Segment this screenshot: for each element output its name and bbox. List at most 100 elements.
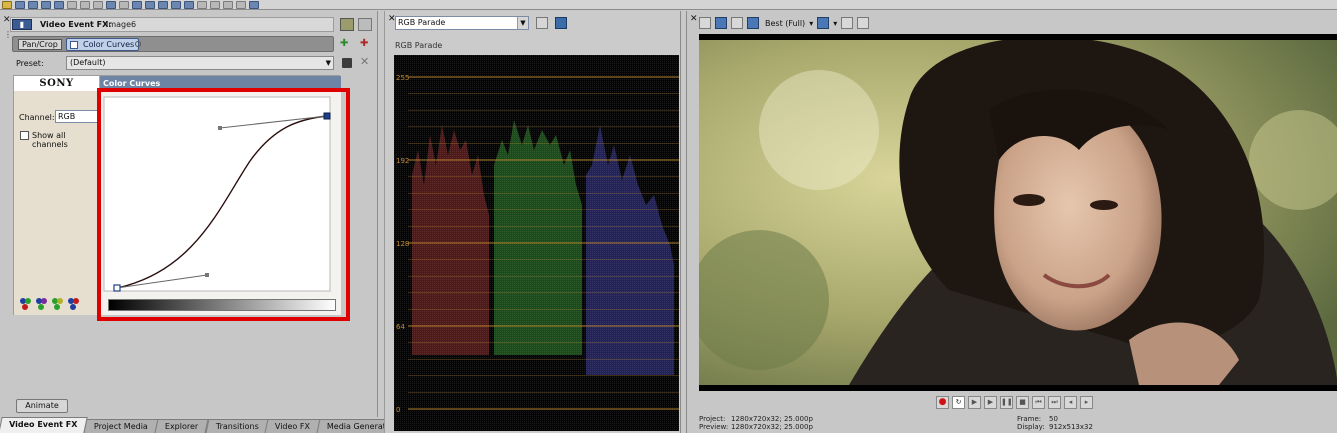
project-value: 1280x720x32; 25.000p (731, 415, 813, 423)
channel-dropdown[interactable]: RGB (55, 110, 99, 123)
save-icon[interactable] (28, 0, 38, 9)
video-scopes-panel: ✕ RGB Parade ▼ RGB Parade 255 192 128 64… (384, 11, 681, 433)
bypass-fx-icon[interactable] (340, 18, 354, 31)
preview-quality-dropdown[interactable]: Best (Full) (765, 19, 805, 28)
display-label: Display: (1017, 423, 1045, 431)
external-monitor-icon[interactable] (715, 17, 727, 29)
tab-video-event-fx[interactable]: Video Event FX (0, 417, 88, 433)
save-preset-icon[interactable] (342, 58, 352, 68)
tab-video-fx[interactable]: Video FX (264, 419, 321, 433)
pause-button[interactable]: ❚❚ (1000, 396, 1013, 409)
scope-gridlines (408, 76, 679, 410)
curve-point-white[interactable] (323, 112, 331, 120)
color-curves-chain-button[interactable]: Color Curves (66, 38, 140, 51)
cut-icon[interactable] (67, 0, 77, 9)
chevron-down-icon[interactable]: ▼ (517, 17, 528, 29)
remove-plugin-icon[interactable]: ✚ (360, 38, 368, 49)
scope-settings-icon[interactable] (555, 17, 567, 29)
copy-snapshot-icon[interactable] (841, 17, 854, 29)
new-project-icon[interactable] (2, 0, 12, 9)
tab-project-media[interactable]: Project Media (83, 419, 159, 433)
paste-icon[interactable] (93, 0, 103, 9)
video-frame-image (699, 40, 1337, 385)
overlays-icon[interactable] (817, 17, 830, 29)
curve-handle-high[interactable] (218, 126, 222, 130)
event-fx-icon: ▮ (12, 19, 32, 30)
curve-graph[interactable] (100, 91, 341, 296)
what-is-this-icon[interactable] (249, 0, 259, 9)
record-button[interactable]: ● (936, 396, 949, 409)
scope-y-label: 255 (396, 74, 409, 82)
rgb-channel-icon[interactable] (20, 298, 32, 312)
copy-icon[interactable] (80, 0, 90, 9)
loop-playback-button[interactable]: ↻ (952, 396, 965, 409)
preset-value: (Default) (70, 58, 106, 67)
next-frame-button[interactable]: ▸ (1080, 396, 1093, 409)
close-icon[interactable]: ✕ (690, 14, 698, 24)
plugin-chain-add-icon[interactable]: ✚ (340, 38, 348, 49)
curve-handle-low[interactable] (205, 273, 209, 277)
go-to-end-button[interactable]: ⏭ (1048, 396, 1061, 409)
preview-frame[interactable] (699, 34, 1337, 391)
channel-swatches (20, 298, 80, 312)
preview-fx-icon[interactable] (731, 17, 743, 29)
open-icon[interactable] (15, 0, 25, 9)
ripple-icon[interactable] (158, 0, 168, 9)
chevron-down-icon[interactable]: ▾ (833, 19, 837, 28)
frame-label: Frame: (1017, 415, 1042, 423)
tab-transitions[interactable]: Transitions (205, 419, 269, 433)
envelope-tool-icon[interactable] (210, 0, 220, 9)
right-eye (1090, 200, 1118, 210)
go-to-start-button[interactable]: ⏮ (1032, 396, 1045, 409)
rgb-parade-graph: 255 192 128 64 0 (394, 55, 679, 431)
bokeh-highlight (759, 70, 879, 190)
normal-edit-tool-icon[interactable] (197, 0, 207, 9)
properties-icon[interactable] (54, 0, 64, 9)
autocrossfade-icon[interactable] (145, 0, 155, 9)
play-button[interactable]: ▶ (984, 396, 997, 409)
scope-y-label: 64 (396, 323, 405, 331)
redo-icon[interactable] (119, 0, 129, 9)
animate-button[interactable]: Animate (16, 399, 68, 413)
event-name: Image6 (106, 20, 137, 29)
show-all-channels-checkbox[interactable] (20, 131, 29, 140)
lock-envelopes-icon[interactable] (171, 0, 181, 9)
zoom-tool-icon[interactable] (236, 0, 246, 9)
grid-view-icon[interactable] (358, 18, 372, 31)
selection-tool-icon[interactable] (223, 0, 233, 9)
red-channel-icon[interactable] (36, 298, 48, 312)
preset-dropdown[interactable]: (Default) ▼ (66, 56, 334, 70)
project-label: Project: (699, 415, 726, 423)
play-from-start-button[interactable]: ▶ (968, 396, 981, 409)
preview-value: 1280x720x32; 25.000p (731, 423, 813, 431)
stop-button[interactable]: ■ (1016, 396, 1029, 409)
previous-frame-button[interactable]: ◂ (1064, 396, 1077, 409)
blue-channel-icon[interactable] (68, 298, 80, 312)
scope-type-dropdown[interactable]: RGB Parade ▼ (395, 16, 529, 30)
curve-point-black[interactable] (113, 284, 121, 292)
tab-transitions-label: Transitions (215, 422, 259, 431)
plugin-controls: Channel: RGB Show all channels (14, 91, 100, 315)
preview-toolbar: Best (Full) ▾ ▾ (699, 16, 870, 30)
tab-explorer[interactable]: Explorer (154, 419, 210, 433)
undo-icon[interactable] (106, 0, 116, 9)
chevron-down-icon[interactable]: ▼ (326, 57, 331, 69)
render-icon[interactable] (41, 0, 51, 9)
delete-preset-icon[interactable]: ✕ (360, 55, 369, 68)
scope-title: RGB Parade (395, 41, 443, 50)
vegas-app: ✕ ⋮ ▮ Video Event FX: Image6 Pan/Crop Co… (0, 0, 1337, 433)
tab-video-event-fx-label: Video Event FX (9, 420, 78, 429)
curve-editor[interactable] (100, 91, 341, 315)
snap-icon[interactable] (132, 0, 142, 9)
chevron-down-icon[interactable]: ▾ (809, 19, 813, 28)
pan-crop-button[interactable]: Pan/Crop (18, 39, 62, 50)
preview-label: Preview: (699, 423, 729, 431)
ignore-grouping-icon[interactable] (184, 0, 194, 9)
split-screen-icon[interactable] (747, 17, 759, 29)
window-docking-tabs: Video Event FX Project Media Explorer Tr… (0, 417, 410, 433)
color-curves-enable-checkbox[interactable] (70, 41, 78, 49)
green-channel-icon[interactable] (52, 298, 64, 312)
project-properties-icon[interactable] (699, 17, 711, 29)
save-snapshot-icon[interactable] (857, 17, 870, 29)
update-scope-icon[interactable] (536, 17, 548, 29)
